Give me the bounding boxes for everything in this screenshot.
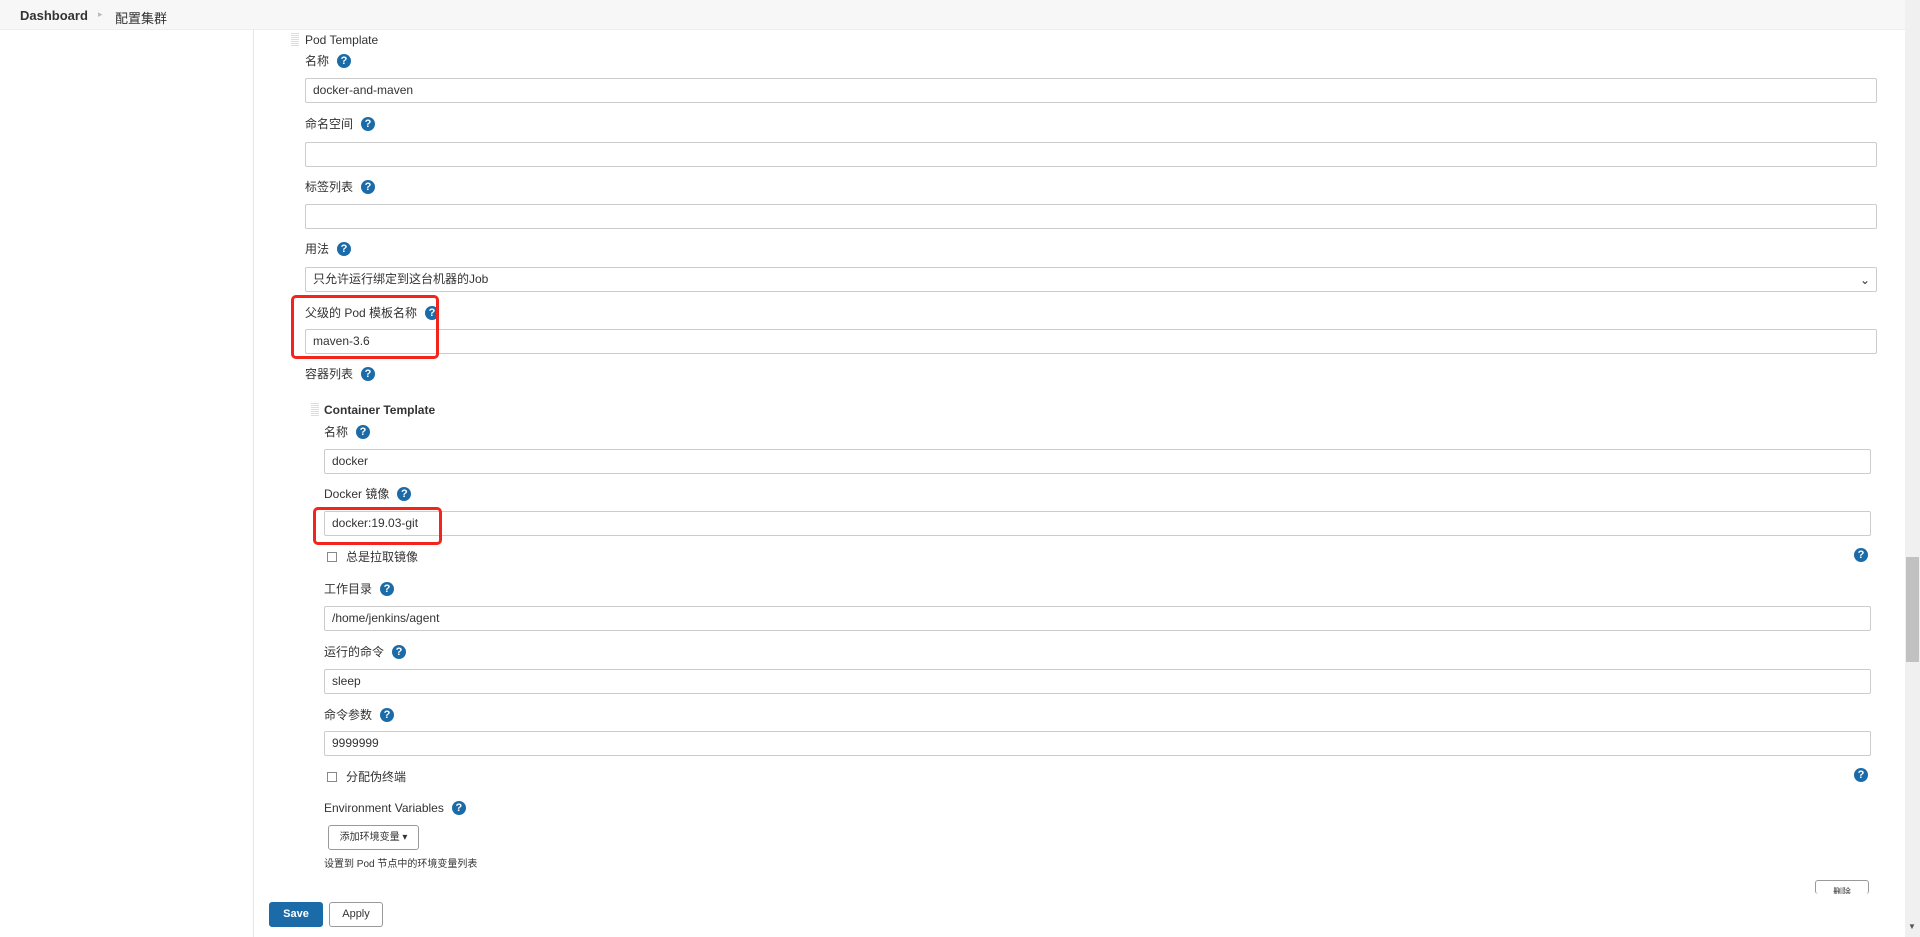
drag-handle-icon[interactable] bbox=[311, 403, 319, 417]
pod-name-input[interactable]: docker-and-maven bbox=[305, 78, 1877, 103]
chevron-right-icon: ▸ bbox=[98, 9, 103, 19]
help-icon[interactable]: ? bbox=[361, 179, 376, 194]
scrollbar[interactable] bbox=[1905, 0, 1920, 937]
add-env-var-button[interactable]: 添加环境变量 ▾ bbox=[328, 825, 419, 850]
checkbox[interactable] bbox=[327, 771, 337, 782]
container-name-input[interactable]: docker bbox=[324, 449, 1871, 474]
env-vars-label: Environment Variables? bbox=[324, 801, 466, 815]
container-name-label: 名称? bbox=[324, 423, 371, 440]
drag-handle-icon[interactable] bbox=[291, 33, 299, 47]
args-input[interactable]: 9999999 bbox=[324, 731, 1871, 756]
usage-label: 用法? bbox=[305, 240, 352, 257]
workdir-input[interactable]: /home/jenkins/agent bbox=[324, 606, 1871, 631]
usage-select[interactable]: 只允许运行绑定到这台机器的Job ⌄ bbox=[305, 267, 1877, 292]
labels-label: 标签列表? bbox=[305, 178, 376, 195]
help-icon[interactable]: ? bbox=[356, 424, 371, 439]
env-vars-description: 设置到 Pod 节点中的环境变量列表 bbox=[324, 859, 478, 870]
help-icon[interactable]: ? bbox=[380, 581, 395, 596]
tty-checkbox[interactable]: 分配伪终端 bbox=[327, 768, 406, 785]
chevron-down-icon: ⌄ bbox=[1859, 273, 1870, 287]
delete-container-button[interactable]: 删除 bbox=[1815, 880, 1869, 894]
args-label: 命令参数? bbox=[324, 706, 395, 723]
scroll-down-arrow-icon[interactable]: ▼ bbox=[1908, 922, 1916, 931]
help-icon[interactable]: ? bbox=[397, 486, 412, 501]
namespace-label: 命名空间? bbox=[305, 115, 376, 132]
highlight-box bbox=[313, 507, 442, 545]
help-icon[interactable]: ? bbox=[451, 801, 466, 815]
scrollbar-thumb[interactable] bbox=[1906, 557, 1919, 662]
breadcrumb-current[interactable]: 配置集群 bbox=[115, 8, 167, 27]
highlight-box bbox=[291, 295, 439, 359]
save-button[interactable]: Save bbox=[269, 902, 323, 927]
command-label: 运行的命令? bbox=[324, 643, 407, 660]
docker-image-label: Docker 镜像? bbox=[324, 485, 412, 502]
help-icon[interactable]: ? bbox=[337, 241, 352, 256]
help-icon[interactable]: ? bbox=[361, 366, 376, 381]
apply-button[interactable]: Apply bbox=[329, 902, 383, 927]
help-icon[interactable]: ? bbox=[337, 53, 352, 68]
checkbox[interactable] bbox=[327, 551, 337, 562]
always-pull-checkbox[interactable]: 总是拉取镜像 bbox=[327, 548, 418, 565]
help-icon[interactable]: ? bbox=[1854, 548, 1868, 562]
breadcrumb-dashboard[interactable]: Dashboard bbox=[20, 8, 88, 23]
help-icon[interactable]: ? bbox=[380, 707, 395, 722]
labels-input[interactable] bbox=[305, 204, 1877, 229]
pod-template-title: Pod Template bbox=[305, 33, 379, 47]
namespace-input[interactable] bbox=[305, 142, 1877, 167]
help-icon[interactable]: ? bbox=[361, 116, 376, 131]
caret-down-icon: ▾ bbox=[402, 832, 408, 843]
help-icon[interactable]: ? bbox=[1854, 768, 1868, 782]
container-template-title: Container Template bbox=[324, 403, 436, 417]
pod-name-label: 名称? bbox=[305, 52, 352, 69]
workdir-label: 工作目录? bbox=[324, 580, 395, 597]
parent-template-input[interactable]: maven-3.6 bbox=[305, 329, 1877, 354]
docker-image-input[interactable]: docker:19.03-git bbox=[324, 511, 1871, 536]
breadcrumb-bar: Dashboard ▸ 配置集群 bbox=[0, 0, 1905, 30]
command-input[interactable]: sleep bbox=[324, 669, 1871, 694]
containers-label: 容器列表? bbox=[305, 365, 376, 382]
help-icon[interactable]: ? bbox=[392, 644, 407, 659]
sidebar-divider bbox=[253, 30, 254, 937]
